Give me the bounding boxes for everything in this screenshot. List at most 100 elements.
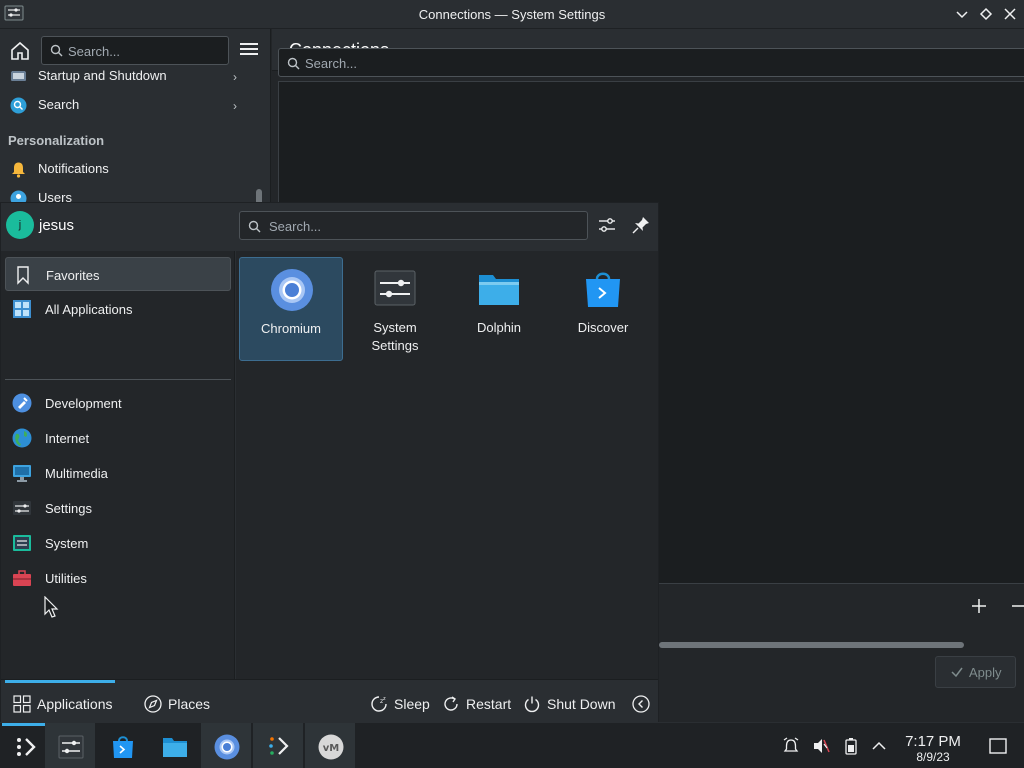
category-settings[interactable]: Settings: [5, 491, 231, 525]
chromium-icon: [214, 734, 240, 760]
multimedia-icon: [13, 465, 31, 482]
system-settings-icon: [58, 735, 84, 759]
shut-down-button[interactable]: Shut Down: [523, 694, 615, 716]
checkmark-icon: [951, 667, 963, 678]
chromium-icon: [271, 269, 313, 311]
grid-icon: [13, 300, 31, 318]
taskbar-vmware[interactable]: vM: [305, 723, 355, 768]
taskbar-discover[interactable]: [97, 723, 147, 768]
app-tile-label: System Settings: [371, 320, 419, 353]
apply-button[interactable]: Apply: [935, 656, 1016, 688]
taskbar-kdeconnect[interactable]: [253, 723, 303, 768]
tab-applications[interactable]: Applications: [13, 694, 117, 716]
maximize-button[interactable]: [978, 6, 994, 22]
horizontal-scrollbar[interactable]: [659, 642, 964, 648]
svg-text:vM: vM: [323, 743, 340, 754]
configure-icon[interactable]: [598, 216, 616, 234]
startup-icon: [11, 71, 26, 81]
mouse-cursor-icon: [44, 596, 59, 618]
clock-time[interactable]: 7:17 PM: [890, 733, 976, 750]
category-all-applications[interactable]: All Applications: [5, 292, 231, 326]
category-multimedia[interactable]: Multimedia: [5, 456, 231, 490]
app-tile-label: Chromium: [261, 321, 321, 336]
add-connection-button[interactable]: [970, 597, 988, 615]
launcher-header: j jesus Search...: [1, 203, 658, 250]
favorites-grid: Chromium System Settings Dolphin Discove…: [236, 251, 658, 679]
chevron-right-icon: ›: [233, 99, 237, 113]
taskbar-dolphin[interactable]: [149, 723, 199, 768]
compass-icon: [144, 695, 162, 713]
restart-label: Restart: [466, 696, 512, 712]
sidebar-item-startup-and-shutdown[interactable]: Startup and Shutdown ›: [0, 61, 245, 91]
pin-icon[interactable]: [632, 216, 650, 234]
category-label: Utilities: [45, 571, 87, 586]
category-label: Multimedia: [45, 466, 108, 481]
minimize-button[interactable]: [954, 6, 970, 22]
category-label: System: [45, 536, 89, 551]
app-tile-system-settings[interactable]: System Settings: [343, 257, 447, 361]
category-utilities[interactable]: Utilities: [5, 561, 231, 595]
dolphin-folder-icon: [479, 275, 519, 305]
sidebar-item-users[interactable]: Users: [0, 183, 245, 202]
sidebar-item-search[interactable]: Search ›: [0, 90, 245, 120]
development-icon: [12, 393, 32, 413]
app-tile-chromium[interactable]: Chromium: [239, 257, 343, 361]
hamburger-menu-icon[interactable]: [240, 42, 258, 56]
search-icon: [287, 57, 300, 70]
apply-label: Apply: [969, 665, 1002, 680]
restart-button[interactable]: Restart: [442, 694, 512, 716]
taskbar-chromium[interactable]: [201, 723, 251, 768]
system-icon: [13, 535, 31, 551]
sidebar-item-label: Users: [38, 190, 72, 202]
show-desktop-icon[interactable]: [989, 737, 1007, 755]
chevron-up-icon[interactable]: [870, 737, 888, 755]
svg-text:z: z: [383, 696, 386, 702]
category-internet[interactable]: Internet: [5, 421, 231, 455]
kdeconnect-icon: [269, 737, 289, 755]
category-system[interactable]: System: [5, 526, 231, 560]
clock-date[interactable]: 8/9/23: [890, 750, 976, 764]
taskbar: vM 7:17 PM 8/9/23: [0, 722, 1024, 768]
remove-connection-button[interactable]: [1010, 597, 1024, 615]
utilities-icon: [13, 570, 31, 586]
discover-icon: [586, 272, 620, 307]
dolphin-folder-icon: [163, 738, 187, 757]
app-tile-label: Discover: [577, 320, 629, 335]
category-label: Internet: [45, 431, 90, 446]
username: jesus: [39, 217, 75, 234]
app-tile-discover[interactable]: Discover: [551, 257, 655, 361]
window-title: Connections — System Settings: [418, 7, 606, 22]
home-icon[interactable]: [8, 39, 32, 63]
connections-search-placeholder: Search...: [305, 56, 358, 71]
more-actions-button[interactable]: [632, 694, 650, 716]
close-button[interactable]: [1002, 6, 1018, 22]
taskbar-launcher-button[interactable]: [0, 723, 50, 768]
users-icon: [10, 190, 27, 202]
search-icon: [50, 44, 63, 57]
sidebar-item-label: Search: [38, 97, 80, 112]
app-tile-dolphin[interactable]: Dolphin: [447, 257, 551, 361]
taskbar-system-settings[interactable]: [45, 723, 95, 768]
tab-places[interactable]: Places: [144, 694, 210, 716]
connections-search-input[interactable]: Search...: [278, 48, 1024, 77]
tab-label: Applications: [37, 696, 113, 712]
chevron-right-icon: ›: [233, 70, 237, 84]
category-development[interactable]: Development: [5, 386, 231, 420]
window-titlebar: Connections — System Settings: [0, 0, 1024, 29]
volume-muted-icon[interactable]: [812, 737, 830, 755]
active-indicator: [2, 723, 48, 726]
chevron-left-circle-icon: [632, 695, 650, 713]
category-label: All Applications: [45, 302, 133, 317]
category-divider: [5, 379, 231, 380]
launcher-search-input[interactable]: Search...: [239, 211, 588, 240]
category-list: Favorites All Applications Development I…: [1, 251, 235, 679]
launcher-search-placeholder: Search...: [269, 219, 322, 234]
category-favorites[interactable]: Favorites: [5, 257, 231, 291]
alarm-icon[interactable]: [782, 737, 800, 755]
avatar[interactable]: j: [6, 211, 34, 239]
category-label: Settings: [45, 501, 92, 516]
sidebar-item-notifications[interactable]: Notifications: [0, 154, 245, 184]
vmware-icon: vM: [318, 734, 344, 760]
sleep-button[interactable]: zz Sleep: [370, 694, 430, 716]
battery-icon[interactable]: [842, 737, 860, 755]
